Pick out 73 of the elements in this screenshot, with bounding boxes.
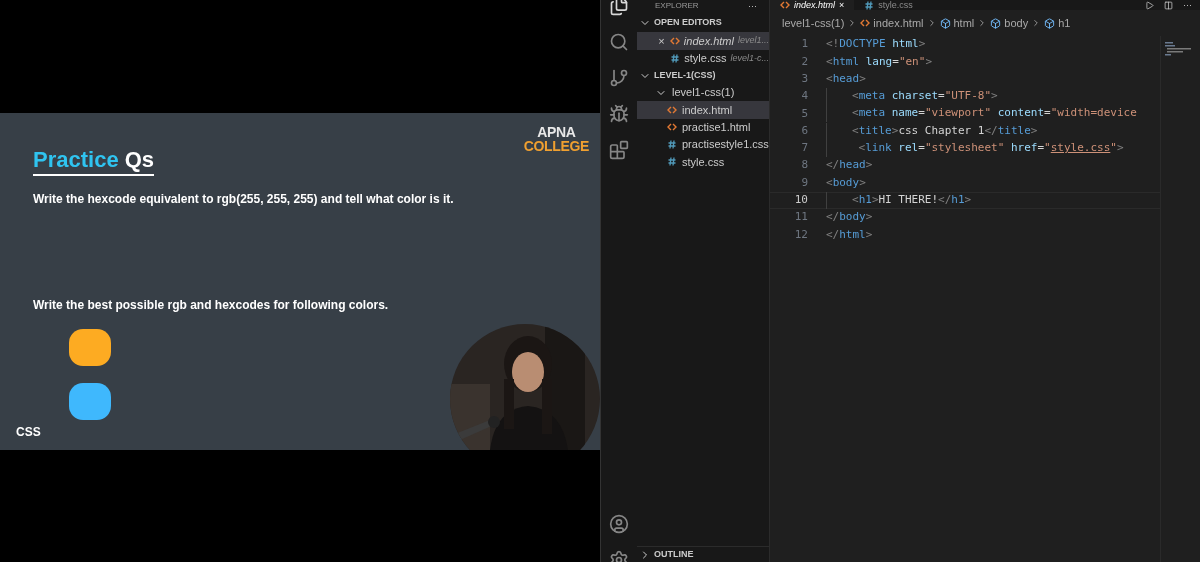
question-text: Write the best possible rgb and hexcodes for following colors. xyxy=(33,297,390,314)
logo-text: COLLEGE xyxy=(523,139,589,153)
code-brackets-icon xyxy=(669,36,680,45)
hash-icon xyxy=(671,53,680,63)
folder-item[interactable]: level1-css(1) xyxy=(637,84,769,102)
hash-icon xyxy=(865,0,874,10)
code-line: </body> xyxy=(826,209,873,226)
breadcrumb-item[interactable]: level1-css(1) xyxy=(782,14,845,32)
code-line: </head> xyxy=(826,157,873,174)
section-header[interactable]: OPEN EDITORS xyxy=(637,14,769,32)
branch-icon[interactable] xyxy=(609,68,629,88)
code-brackets-icon xyxy=(780,1,790,9)
close-button[interactable]: × xyxy=(839,0,845,10)
hash-icon xyxy=(668,140,676,150)
line-number: 6 xyxy=(800,122,808,139)
line-number: 12 xyxy=(793,226,808,243)
code-line: <!DOCTYPE html> xyxy=(826,36,926,53)
close-button[interactable]: × xyxy=(657,32,666,49)
code-brackets-icon xyxy=(667,123,677,132)
more-actions-button[interactable]: ··· xyxy=(748,1,757,11)
footer-label: CSS xyxy=(16,424,41,441)
logo-text: APNA xyxy=(537,125,576,139)
code-line: <meta charset="UTF-8"> xyxy=(852,88,998,105)
line-number: 2 xyxy=(800,53,808,70)
cube-icon xyxy=(990,17,1002,29)
more-actions-button[interactable]: ··· xyxy=(1183,0,1192,10)
line-number: 3 xyxy=(800,71,808,87)
file-item[interactable]: practise1.html xyxy=(637,118,769,136)
code-line: <h1>HI THERE!</h1> xyxy=(852,191,972,208)
breadcrumb-item[interactable]: body xyxy=(1004,14,1029,32)
code-line: <meta name="viewport" content="width=device xyxy=(852,105,1137,122)
file-item[interactable]: style.css xyxy=(637,153,769,171)
breadcrumb-item[interactable]: index.html xyxy=(873,14,924,32)
split-editor-icon[interactable] xyxy=(1164,0,1173,10)
cube-icon xyxy=(1044,17,1056,29)
line-number: 11 xyxy=(793,209,808,226)
line-number: 1 xyxy=(800,36,808,53)
section-header[interactable]: LEVEL-1(CSS) xyxy=(637,67,769,84)
code-line: <link rel="stylesheet" href="style.css"> xyxy=(857,139,1124,156)
breadcrumb-item[interactable]: h1 xyxy=(1058,14,1071,32)
editor-tab[interactable]: index.html × xyxy=(770,0,855,10)
editor-tab[interactable]: style.css xyxy=(854,0,923,10)
account-icon[interactable] xyxy=(609,514,629,534)
code-line: <head> xyxy=(826,71,866,87)
code-line: <html lang="en"> xyxy=(826,53,932,70)
code-brackets-icon xyxy=(860,19,871,27)
hash-icon xyxy=(668,157,676,167)
panel-title: EXPLORER xyxy=(655,2,699,10)
line-number: 5 xyxy=(800,105,808,122)
open-editor-item[interactable]: × index.html level1... xyxy=(637,32,769,50)
line-number: 10 xyxy=(793,192,808,209)
line-number: 4 xyxy=(800,88,808,105)
file-item[interactable]: index.html xyxy=(637,101,769,119)
line-number: 9 xyxy=(800,174,808,191)
file-item[interactable]: practisestyle1.css xyxy=(637,135,769,154)
cube-icon xyxy=(939,17,951,29)
breadcrumb-item[interactable]: html xyxy=(953,14,975,32)
open-editor-item[interactable]: style.css level1-c... xyxy=(637,49,769,67)
run-icon[interactable] xyxy=(1145,0,1154,10)
line-number: 7 xyxy=(800,140,808,157)
code-line: </html> xyxy=(826,226,873,243)
bug-icon[interactable] xyxy=(609,104,629,124)
code-line: <title>css Chapter 1</title> xyxy=(852,122,1038,139)
question-text: Write the hexcode equivalent to rgb(255, 255, 255) and tell what color is it. xyxy=(33,191,455,208)
code-line: <body> xyxy=(826,174,866,191)
slide-title: Practice Qs xyxy=(33,147,154,176)
code-brackets-icon xyxy=(667,105,677,114)
files-icon[interactable] xyxy=(609,0,629,16)
minimap-drawing xyxy=(1165,42,1191,56)
search-icon[interactable] xyxy=(609,32,629,52)
line-number: 8 xyxy=(800,157,808,174)
section-header[interactable]: OUTLINE xyxy=(637,546,769,562)
blocks-icon[interactable] xyxy=(609,140,629,160)
